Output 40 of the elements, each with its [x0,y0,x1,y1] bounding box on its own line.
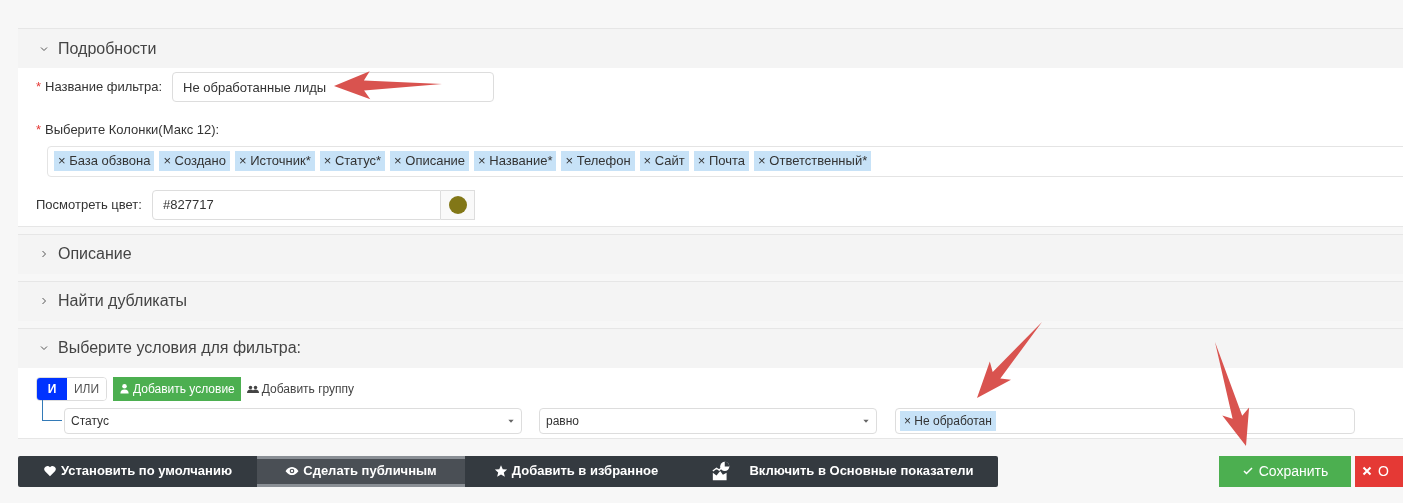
tag-chip[interactable]: × Создано [159,151,230,171]
tag-chip[interactable]: × Описание [390,151,470,171]
color-input[interactable]: #827717 [152,189,441,220]
tag-chip[interactable]: × Источник* [234,151,315,171]
toolbar-button[interactable]: Включить в Основные показатели [687,455,998,487]
close-icon [1361,465,1373,477]
star-icon [493,464,508,478]
field-label: Посмотреть цвет: [36,195,143,214]
tag-chip[interactable]: × Статус* [319,151,386,171]
columns-field[interactable]: × База обзвона × Создано × Источник* × Статус* × Описание × Название* × Телефон × Сайт × Почта × Ответственный* [47,145,1403,177]
operator-select[interactable]: равно [539,407,877,434]
heart-icon [43,464,57,478]
section-header[interactable]: Подробности [18,28,1403,68]
tag-chip[interactable]: × Телефон [561,151,635,171]
connector-line [42,399,62,421]
toolbar-button[interactable]: Сделать публичным [257,455,465,487]
cancel-button[interactable]: О [1355,455,1403,487]
tag-chip[interactable]: × База обзвона [54,151,155,171]
section-header[interactable]: Описание [18,233,1403,274]
toolbar-button[interactable]: Установить по умолчанию [18,455,257,487]
logic-toggle[interactable]: И [37,377,67,400]
check-icon [1241,465,1254,477]
tag-chip[interactable]: × Не обработан [900,410,996,431]
tag-chip[interactable]: × Ответственный* [754,151,872,171]
required-mark: * [36,122,42,137]
field-label: Выберите Колонки(Макс 12): [45,122,220,137]
add-group-button[interactable]: Добавить группу [246,376,355,401]
person-icon [119,383,130,394]
field-select[interactable]: Статус [64,407,522,434]
tag-chip[interactable]: × Сайт [639,151,689,171]
tag-chip[interactable]: × Почта [693,151,750,171]
section-header[interactable]: Найти дубликаты [18,280,1403,321]
tag-chip[interactable]: × Название* [474,151,557,171]
field-label: Название фильтра: [45,79,163,95]
section-header[interactable]: Выберите условия для фильтра: [18,327,1403,368]
name-input[interactable]: Не обработанные лиды [172,72,494,102]
color-swatch-button[interactable] [441,189,475,220]
required-mark: * [36,79,42,95]
eye-icon [285,464,300,478]
toolbar-button[interactable]: Добавить в избранное [465,455,687,487]
